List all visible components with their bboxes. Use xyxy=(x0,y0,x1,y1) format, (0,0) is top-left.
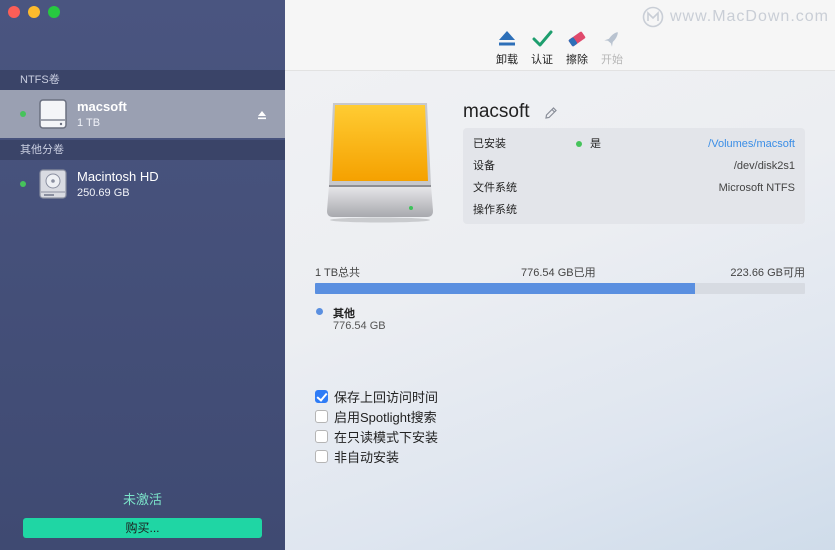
mounted-status-dot xyxy=(20,181,26,187)
volume-info-table: 已安装 是 /Volumes/macsoft 设备 /dev/disk2s1 文… xyxy=(463,128,805,224)
volume-title: macsoft xyxy=(463,101,530,122)
unmount-button[interactable]: 卸载 xyxy=(487,28,527,67)
capacity-free: 223.66 GB可用 xyxy=(730,267,805,279)
volume-size: 250.69 GB xyxy=(77,187,130,199)
rocket-icon xyxy=(604,32,618,47)
option-label: 保存上回访问时间 xyxy=(334,389,439,405)
legend-value: 776.54 GB xyxy=(333,320,386,332)
option-read-only[interactable]: 在只读模式下安装 xyxy=(315,426,438,446)
unmount-label: 卸载 xyxy=(496,54,518,66)
volume-size: 1 TB xyxy=(77,117,101,129)
capacity-bar xyxy=(315,283,805,294)
device-key: 设备 xyxy=(473,160,495,172)
eraser-icon xyxy=(568,31,586,47)
app-window: NTFS卷 macsoft 1 TB 其他分卷 Macintosh HD 250… xyxy=(0,0,835,550)
sidebar-section-ntfs: NTFS卷 xyxy=(0,70,285,90)
minimize-window-button[interactable] xyxy=(28,6,40,18)
eject-icon xyxy=(499,31,515,46)
checkmark-icon xyxy=(532,30,553,47)
activation-status: 未激活 xyxy=(122,492,162,507)
legend-color-dot xyxy=(316,308,323,315)
filesystem-key: 文件系统 xyxy=(473,182,517,194)
filesystem-value: Microsoft NTFS xyxy=(718,182,795,194)
mounted-value: 是 xyxy=(590,138,601,150)
pencil-icon[interactable] xyxy=(544,106,558,120)
checkbox[interactable] xyxy=(315,389,328,403)
window-controls xyxy=(8,6,60,18)
verify-button[interactable]: 认证 xyxy=(522,28,562,67)
mounted-status-dot xyxy=(576,141,582,147)
drive-large-icon xyxy=(327,103,433,223)
erase-label: 擦除 xyxy=(566,54,588,66)
watermark: www.MacDown.com xyxy=(642,6,829,28)
mounted-key: 已安装 xyxy=(473,138,506,150)
watermark-text: www.MacDown.com xyxy=(669,8,829,25)
mount-path-link[interactable]: /Volumes/macsoft xyxy=(708,133,795,155)
close-window-button[interactable] xyxy=(8,6,20,18)
verify-label: 认证 xyxy=(531,54,553,66)
legend-name: 其他 xyxy=(333,308,355,320)
info-row-os: 操作系统 xyxy=(473,199,795,221)
sidebar-item-macsoft[interactable]: macsoft 1 TB xyxy=(0,90,285,138)
external-drive-icon xyxy=(39,99,67,129)
checkbox[interactable] xyxy=(315,429,328,443)
info-row-device: 设备 /dev/disk2s1 xyxy=(473,155,795,177)
internal-drive-icon xyxy=(39,169,67,199)
mounted-status-dot xyxy=(20,111,26,117)
option-enable-spotlight[interactable]: 启用Spotlight搜索 xyxy=(315,406,438,426)
start-label: 开始 xyxy=(601,54,623,66)
erase-button[interactable]: 擦除 xyxy=(557,28,597,67)
info-row-mounted: 已安装 是 /Volumes/macsoft xyxy=(473,133,795,155)
info-row-filesystem: 文件系统 Microsoft NTFS xyxy=(473,177,795,199)
sidebar: NTFS卷 macsoft 1 TB 其他分卷 Macintosh HD 250… xyxy=(0,0,285,550)
option-preserve-access-time[interactable]: 保存上回访问时间 xyxy=(315,386,438,406)
option-label: 在只读模式下安装 xyxy=(334,429,439,445)
checkbox[interactable] xyxy=(315,449,328,463)
mount-options: 保存上回访问时间 启用Spotlight搜索 在只读模式下安装 非自动安装 xyxy=(315,386,438,466)
device-value: /dev/disk2s1 xyxy=(733,160,795,172)
checkbox[interactable] xyxy=(315,409,328,423)
macdown-logo-icon xyxy=(642,6,664,28)
capacity-bar-used xyxy=(315,283,696,294)
sidebar-item-macintosh-hd[interactable]: Macintosh HD 250.69 GB xyxy=(0,160,285,208)
volume-name: Macintosh HD xyxy=(77,169,159,184)
start-button[interactable]: 开始 xyxy=(592,28,632,67)
sidebar-section-other: 其他分卷 xyxy=(0,140,285,160)
toolbar: 卸载 认证 擦除 开始 www.MacDown.com xyxy=(285,0,835,71)
zoom-window-button[interactable] xyxy=(48,6,60,18)
option-label: 非自动安装 xyxy=(334,449,400,465)
capacity-total: 1 TB总共 xyxy=(315,267,361,279)
eject-icon[interactable] xyxy=(257,110,267,120)
volume-name: macsoft xyxy=(77,99,127,114)
capacity-used: 776.54 GB已用 xyxy=(521,267,596,279)
os-key: 操作系统 xyxy=(473,204,517,216)
option-label: 启用Spotlight搜索 xyxy=(334,409,437,425)
buy-button[interactable]: 购买... xyxy=(23,518,262,538)
option-no-automount[interactable]: 非自动安装 xyxy=(315,446,438,466)
main-panel: 卸载 认证 擦除 开始 www.MacDown.com macsoft 已安装 … xyxy=(285,0,835,550)
